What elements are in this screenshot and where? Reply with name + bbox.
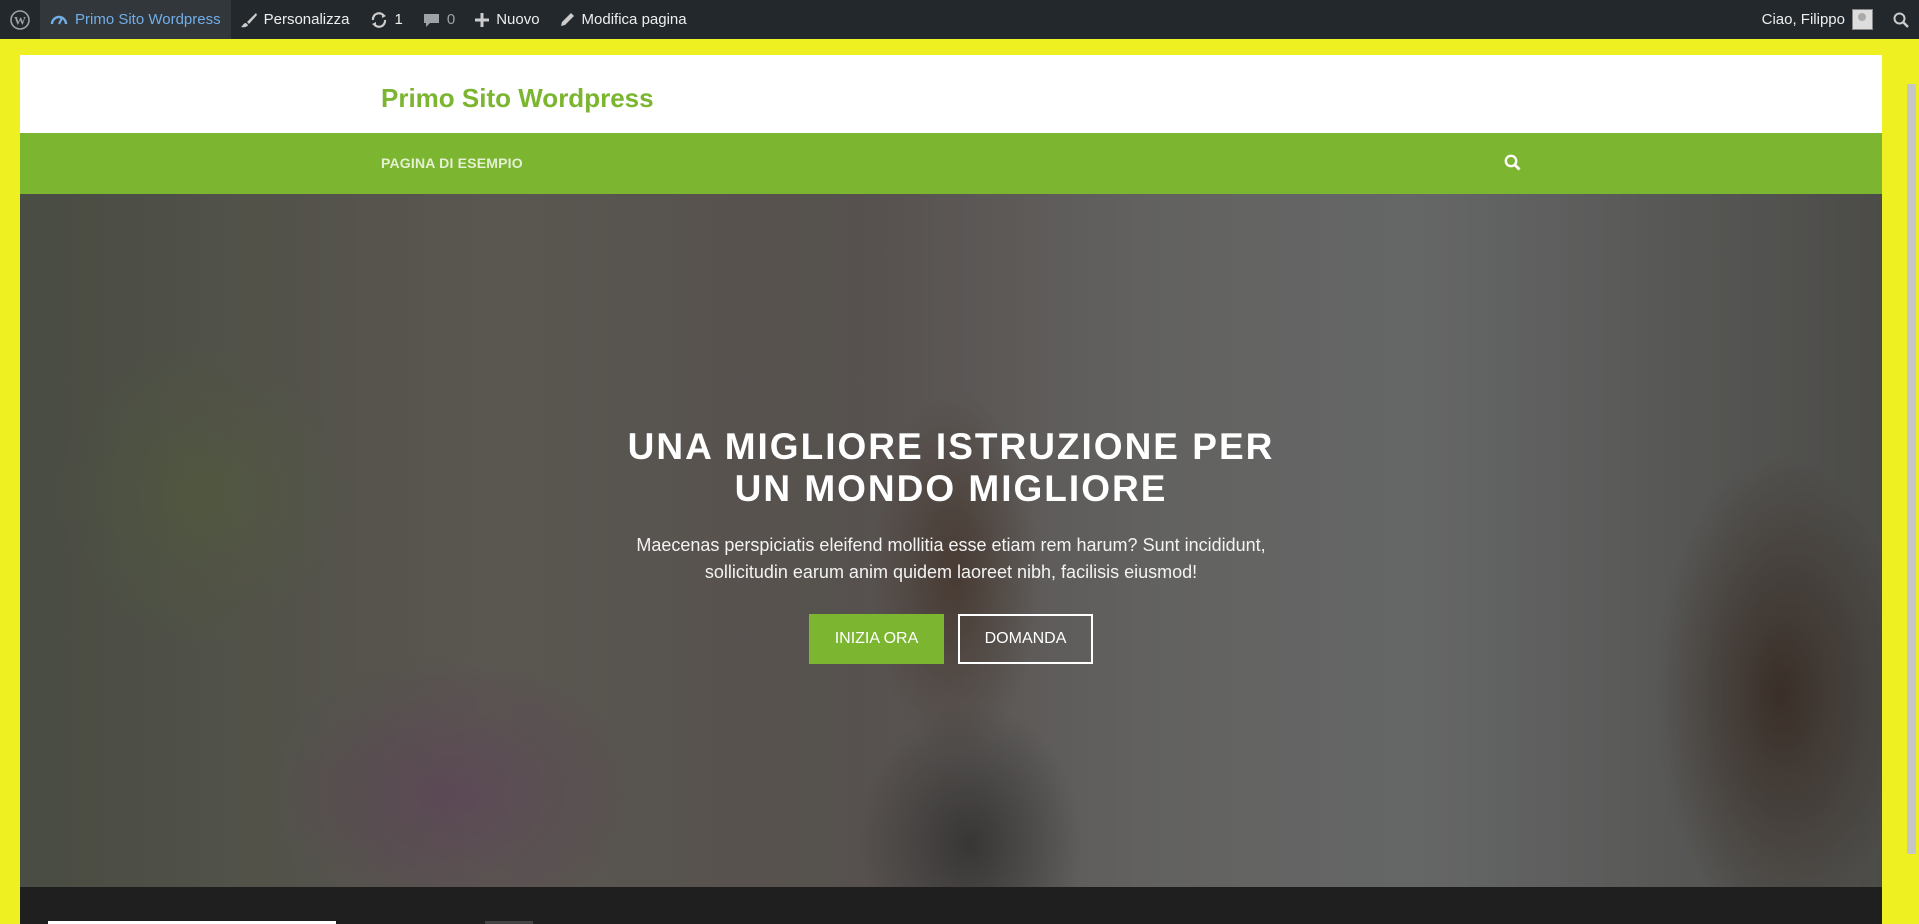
comment-icon bbox=[423, 13, 439, 27]
main-navigation: PAGINA DI ESEMPIO bbox=[20, 133, 1882, 194]
greeting-label: Ciao, Filippo bbox=[1761, 11, 1845, 28]
hero-description-line1: Maecenas perspiciatis eleifend mollitia … bbox=[636, 535, 1266, 555]
site-name-label: Primo Sito Wordpress bbox=[75, 11, 221, 28]
comments-menu[interactable]: 0 bbox=[413, 0, 465, 39]
inizia-ora-button[interactable]: INIZIA ORA bbox=[809, 614, 944, 664]
search-icon bbox=[1893, 12, 1909, 28]
scrollbar[interactable] bbox=[1902, 39, 1919, 924]
comments-count: 0 bbox=[446, 11, 456, 28]
hero-buttons: INIZIA ORA DOMANDA bbox=[20, 614, 1882, 664]
search-icon bbox=[1504, 154, 1521, 171]
account-menu[interactable]: Ciao, Filippo bbox=[1752, 0, 1883, 39]
domanda-button[interactable]: DOMANDA bbox=[958, 614, 1093, 664]
updates-icon bbox=[371, 11, 386, 28]
new-content-menu[interactable]: Nuovo bbox=[465, 0, 549, 39]
hero-title-line2: UN MONDO MIGLIORE bbox=[734, 468, 1168, 509]
nav-item-pagina-di-esempio[interactable]: PAGINA DI ESEMPIO bbox=[381, 155, 523, 171]
avatar bbox=[1852, 9, 1873, 30]
edit-page-link[interactable]: Modifica pagina bbox=[550, 0, 697, 39]
site-name-menu[interactable]: Primo Sito Wordpress bbox=[40, 0, 231, 39]
dashboard-icon bbox=[50, 15, 68, 24]
site-title[interactable]: Primo Sito Wordpress bbox=[381, 83, 654, 114]
hero-title: UNA MIGLIORE ISTRUZIONE PER UN MONDO MIG… bbox=[20, 426, 1882, 510]
svg-text:W: W bbox=[14, 13, 26, 27]
hero-description-line2: sollicitudin earum anim quidem laoreet n… bbox=[704, 562, 1198, 582]
hero-section: UNA MIGLIORE ISTRUZIONE PER UN MONDO MIG… bbox=[20, 194, 1882, 887]
updates-count: 1 bbox=[394, 11, 403, 28]
nav-search-button[interactable] bbox=[1504, 154, 1521, 176]
site-header: Primo Sito Wordpress bbox=[20, 55, 1882, 133]
updates-menu[interactable]: 1 bbox=[360, 0, 413, 39]
customize-label: Personalizza bbox=[263, 11, 350, 28]
new-label: Nuovo bbox=[496, 11, 540, 28]
customize-menu[interactable]: Personalizza bbox=[231, 0, 360, 39]
wordpress-menu[interactable]: W bbox=[0, 0, 40, 39]
admin-bar: W Primo Sito Wordpress Personalizza 1 0 … bbox=[0, 0, 1919, 39]
next-section-strip bbox=[20, 887, 1882, 924]
scrollbar-thumb[interactable] bbox=[1907, 84, 1916, 854]
hero-content: UNA MIGLIORE ISTRUZIONE PER UN MONDO MIG… bbox=[20, 426, 1882, 664]
brush-icon bbox=[240, 12, 257, 27]
hero-description: Maecenas perspiciatis eleifend mollitia … bbox=[631, 532, 1271, 586]
plus-icon bbox=[475, 12, 490, 27]
hero-title-line1: UNA MIGLIORE ISTRUZIONE PER bbox=[627, 426, 1275, 467]
pencil-icon bbox=[560, 13, 574, 26]
wordpress-icon: W bbox=[10, 9, 30, 30]
edit-page-label: Modifica pagina bbox=[581, 11, 687, 28]
page-container: Primo Sito Wordpress PAGINA DI ESEMPIO U… bbox=[20, 55, 1882, 924]
admin-search-button[interactable] bbox=[1883, 0, 1919, 39]
